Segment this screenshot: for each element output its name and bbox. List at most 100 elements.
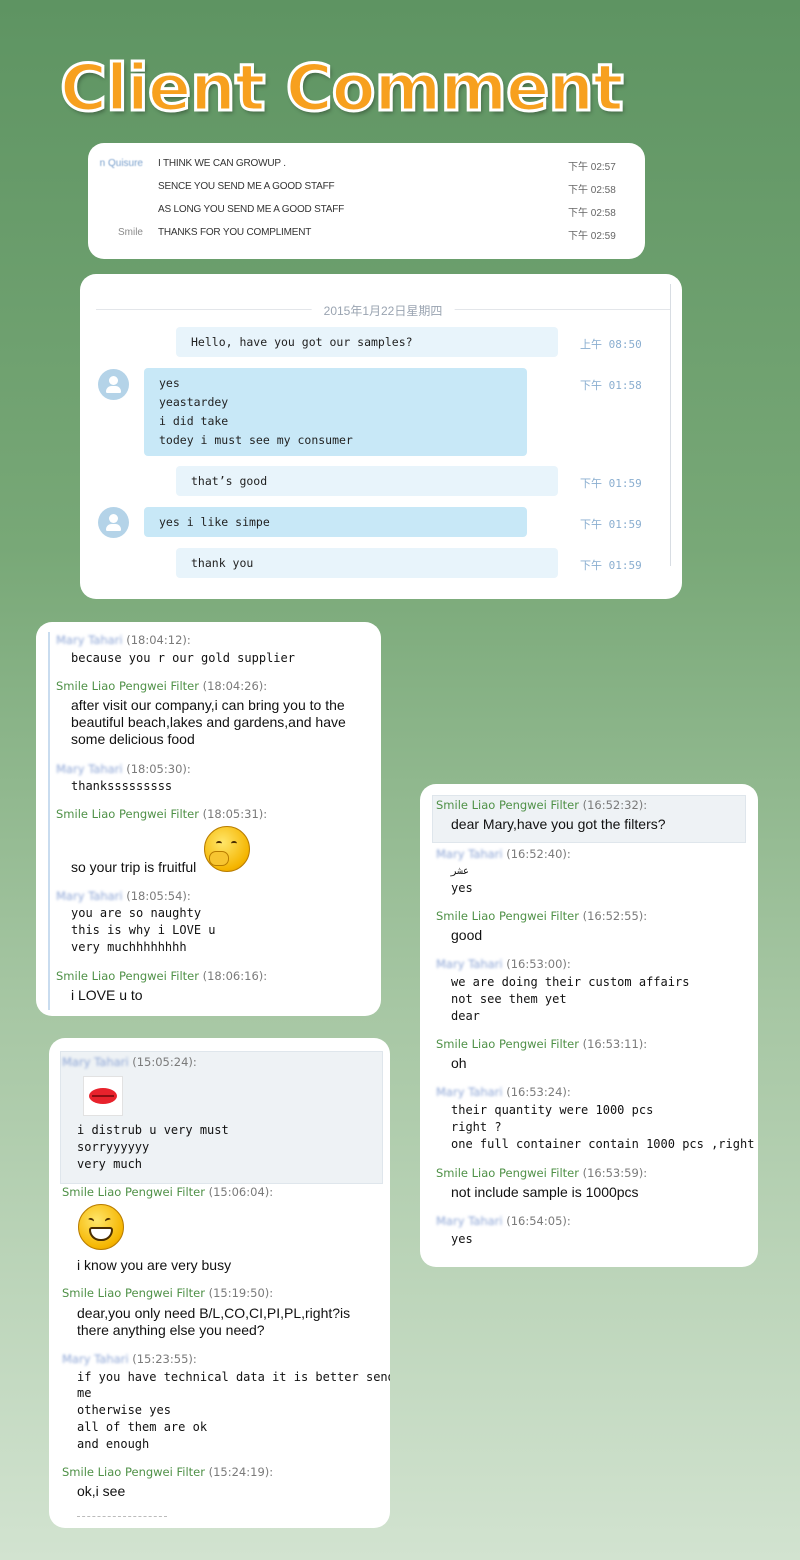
avatar-icon[interactable] xyxy=(98,369,129,400)
message-text: because you r our gold supplier xyxy=(71,651,295,665)
message-header: Smile Liao Pengwei Filter (16:53:59): xyxy=(436,1166,647,1180)
message-time: (16:53:59): xyxy=(582,1166,648,1180)
message-header: Mary Tahari (16:53:00): xyxy=(436,957,571,971)
sender-name: Smile Liao Pengwei Filter xyxy=(62,1185,205,1199)
sender-name: Mary Tahari xyxy=(56,889,123,903)
message-text: so your trip is fruitful xyxy=(71,859,197,875)
message-header: Mary Tahari (18:05:54): xyxy=(56,889,191,903)
message-text: i LOVE u to xyxy=(71,987,143,1003)
message-header: Smile Liao Pengwei Filter (18:06:16): xyxy=(56,969,267,983)
message-text: yeastardey xyxy=(159,395,229,409)
message-bubble-in: yes yeastardey i did take todey i must s… xyxy=(144,368,527,456)
message-time: (15:05:24): xyxy=(132,1055,197,1069)
chat-card-1: n Quisure I THINK WE CAN GROWUP . 下午 02:… xyxy=(88,143,645,259)
message-text: THANKS FOR YOU COMPLIMENT xyxy=(158,227,312,238)
date-label: 2015年1月22日星期四 xyxy=(311,302,455,319)
message-text: right ? xyxy=(451,1120,502,1134)
message-text: good xyxy=(451,927,483,943)
message-text: one full container contain 1000 pcs ,rig… xyxy=(451,1137,758,1151)
message-text: oh xyxy=(451,1055,467,1071)
message-time: 下午 02:57 xyxy=(568,162,616,173)
message-bubble-out: Hello, have you got our samples? xyxy=(176,327,558,357)
message-header: Smile Liao Pengwei Filter (18:04:26): xyxy=(56,679,267,693)
message-time: (16:52:55): xyxy=(582,909,648,923)
message-header: Smile Liao Pengwei Filter (16:52:32): xyxy=(436,798,647,812)
message-text: dear Mary,have you got the filters? xyxy=(451,816,666,832)
sender-name: Smile Liao Pengwei Filter xyxy=(56,679,199,693)
message-text: yes xyxy=(451,881,473,895)
chat-row: n Quisure I THINK WE CAN GROWUP . 下午 02:… xyxy=(88,152,645,174)
message-text: this is why i LOVE u xyxy=(71,923,216,937)
sender-name: Smile Liao Pengwei Filter xyxy=(436,1166,579,1180)
quote-bar xyxy=(48,632,50,1010)
message-bubble-in: yes i like simpe xyxy=(144,507,527,537)
sender-name: Smile Liao Pengwei Filter xyxy=(62,1465,205,1479)
message-text: and enough xyxy=(77,1437,150,1451)
message-time: 下午 01:59 xyxy=(580,477,642,490)
sender-name: Smile Liao Pengwei Filter xyxy=(56,807,199,821)
message-text: yes i like simpe xyxy=(159,515,270,529)
message-text: after visit our company,i can bring you … xyxy=(71,697,345,713)
message-text: i did take xyxy=(159,414,229,428)
message-time: (15:24:19): xyxy=(208,1465,274,1479)
message-text: otherwise yes xyxy=(77,1403,171,1417)
message-text: sorryyyyyy xyxy=(77,1140,150,1154)
sender-name: Mary Tahari xyxy=(62,1352,129,1366)
message-time: (16:53:11): xyxy=(582,1037,648,1051)
sender-name: Mary Tahari xyxy=(56,762,123,776)
message-time: (16:53:00): xyxy=(506,957,571,971)
message-text: i know you are very busy xyxy=(77,1257,232,1273)
message-text: very much xyxy=(77,1157,143,1171)
message-time: 下午 02:58 xyxy=(568,208,616,219)
sender-name: Smile Liao Pengwei Filter xyxy=(56,969,199,983)
message-text: dear xyxy=(451,1009,480,1023)
message-text: if you have technical data it is better … xyxy=(77,1370,390,1384)
sender-name: Mary Tahari xyxy=(56,633,123,647)
scrollbar[interactable] xyxy=(670,284,671,566)
avatar-icon[interactable] xyxy=(98,507,129,538)
sender-name: n Quisure xyxy=(99,158,143,169)
sender-name: Smile Liao Pengwei Filter xyxy=(436,1037,579,1051)
message-time: 下午 01:58 xyxy=(580,379,642,392)
message-header: Smile Liao Pengwei Filter (15:19:50): xyxy=(62,1286,273,1300)
message-time: (15:06:04): xyxy=(208,1185,274,1199)
message-time: (15:19:50): xyxy=(208,1286,274,1300)
message-header: Mary Tahari (16:53:24): xyxy=(436,1085,571,1099)
sender-name: Mary Tahari xyxy=(436,1085,503,1099)
chat-card-2: 2015年1月22日星期四 Hello, have you got our sa… xyxy=(80,274,682,599)
message-time: (18:04:12): xyxy=(126,633,191,647)
message-header: Mary Tahari (15:23:55): xyxy=(62,1352,197,1366)
message-text: I THINK WE CAN GROWUP . xyxy=(158,158,286,169)
message-text: ok,i see xyxy=(77,1483,126,1499)
kiss-lips-icon xyxy=(83,1076,123,1116)
message-text: AS LONG YOU SEND ME A GOOD STAFF xyxy=(158,204,345,215)
sender-name: Mary Tahari xyxy=(436,957,503,971)
grinning-smiley-icon xyxy=(78,1204,124,1250)
message-header: Smile Liao Pengwei Filter (15:06:04): xyxy=(62,1185,273,1199)
message-time: (18:06:16): xyxy=(202,969,268,983)
message-text: all of them are ok xyxy=(77,1420,208,1434)
sender-name: Mary Tahari xyxy=(436,1214,503,1228)
message-text: i distrub u very must xyxy=(77,1123,229,1137)
message-time: (16:52:32): xyxy=(582,798,648,812)
sender-name: Smile Liao Pengwei Filter xyxy=(62,1286,205,1300)
message-time: 下午 01:59 xyxy=(580,559,642,572)
message-text: thanksssssssss xyxy=(71,779,173,793)
sender-name: Mary Tahari xyxy=(62,1055,129,1069)
message-time: 下午 02:58 xyxy=(568,185,616,196)
message-header: Smile Liao Pengwei Filter (18:05:31): xyxy=(56,807,267,821)
message-text: that’s good xyxy=(191,474,268,488)
message-bubble-out: thank you xyxy=(176,548,558,578)
sender-name: Smile Liao Pengwei Filter xyxy=(436,909,579,923)
page-title: Client Comment xyxy=(59,51,626,128)
message-text: some delicious food xyxy=(71,731,195,747)
message-time: (16:52:40): xyxy=(506,847,571,861)
message-header: Smile Liao Pengwei Filter (15:24:19): xyxy=(62,1465,273,1479)
sender-name: Smile Liao Pengwei Filter xyxy=(436,798,579,812)
date-divider: 2015年1月22日星期四 xyxy=(96,302,670,319)
message-time: (18:04:26): xyxy=(202,679,268,693)
chat-log-card-3: Mary Tahari (18:04:12): because you r ou… xyxy=(36,622,381,1016)
message-text: not see them yet xyxy=(451,992,567,1006)
message-text: there anything else you need? xyxy=(77,1322,265,1338)
message-text: dear,you only need B/L,CO,CI,PI,PL,right… xyxy=(77,1305,351,1321)
